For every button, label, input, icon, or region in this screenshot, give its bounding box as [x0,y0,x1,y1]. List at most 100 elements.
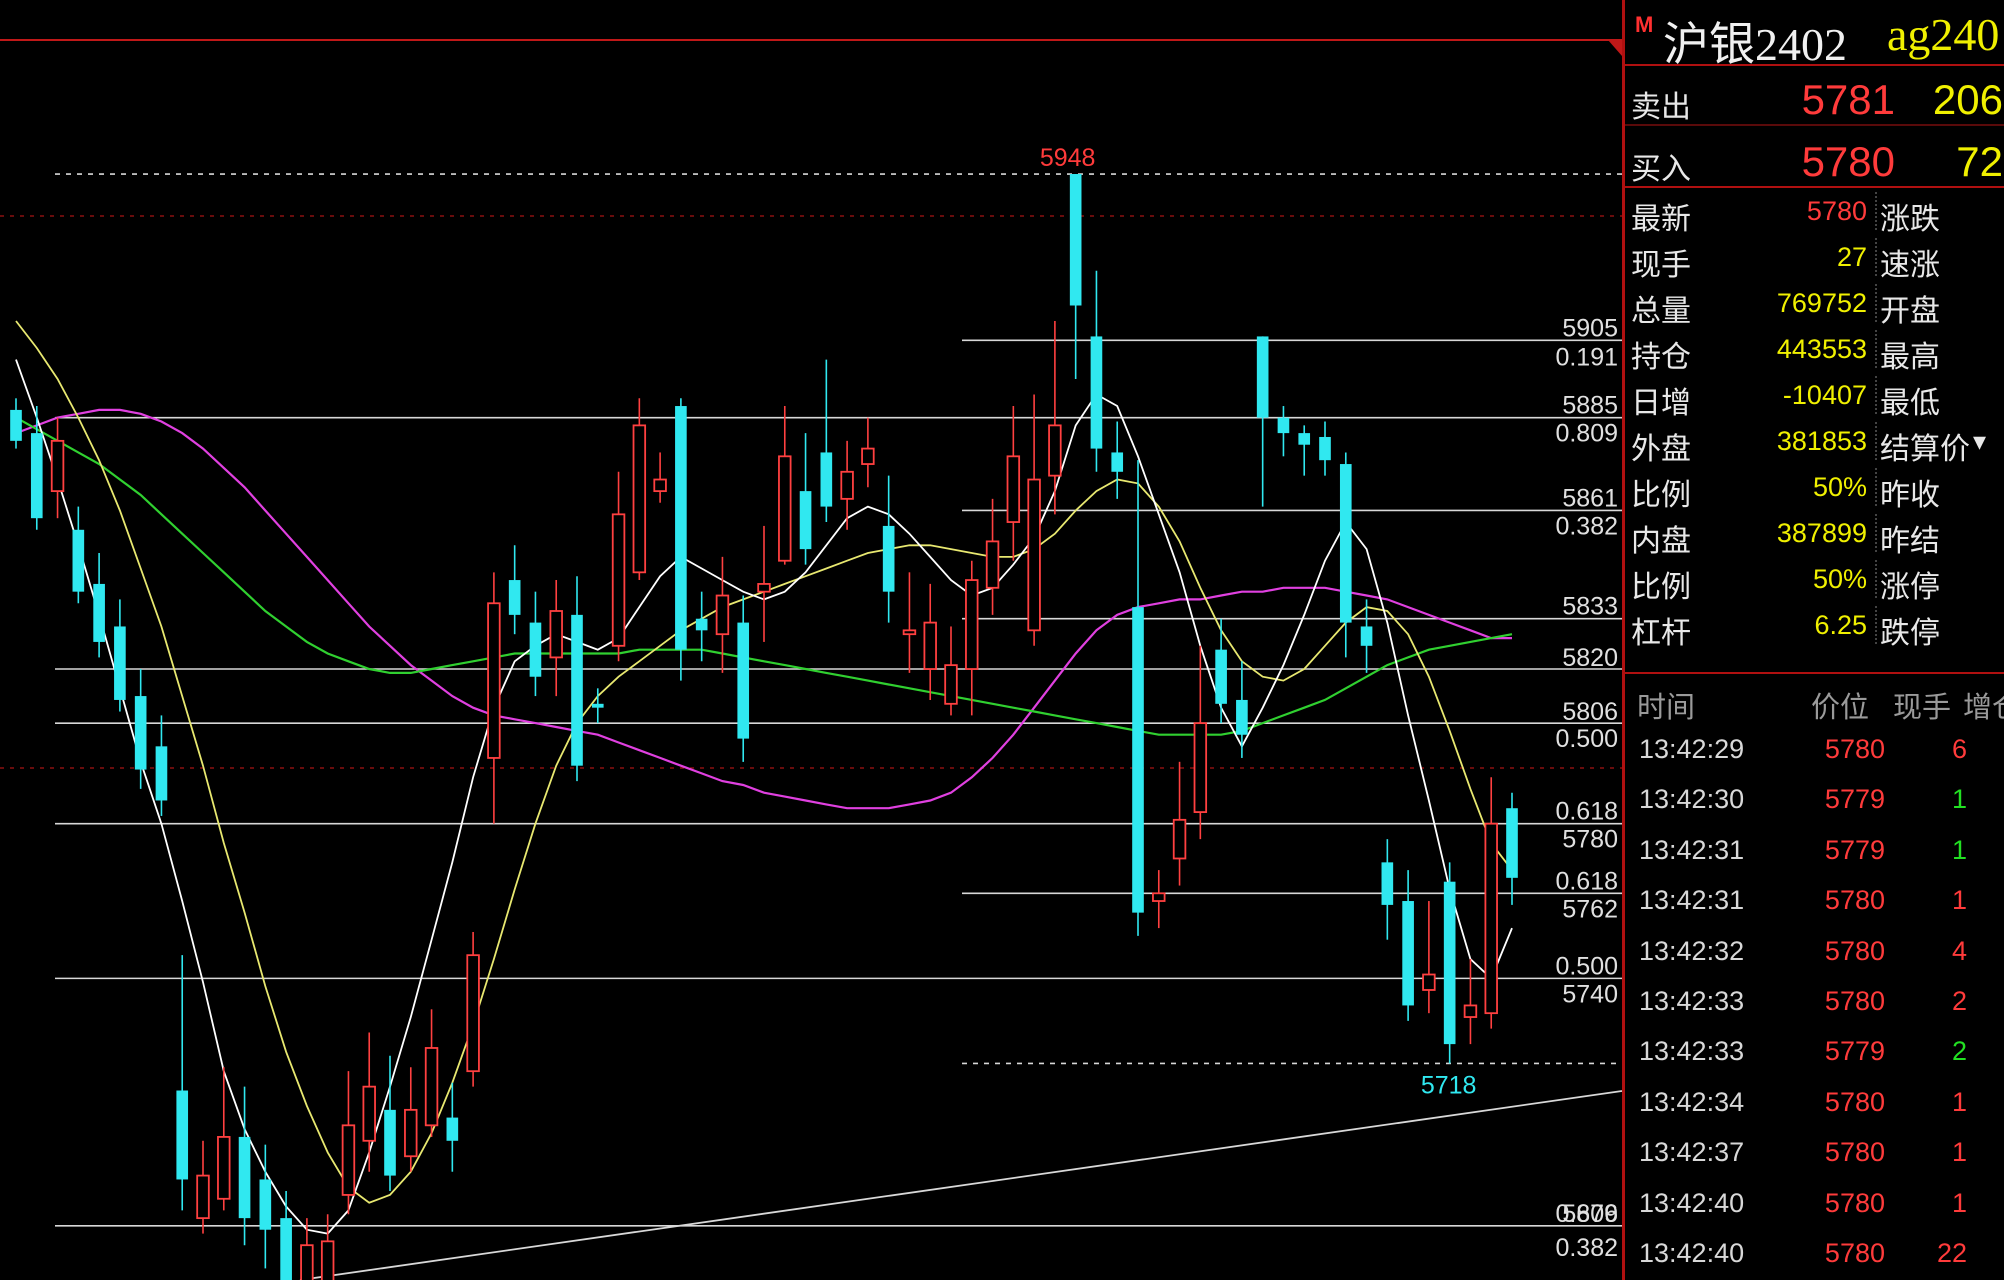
stat-label-right: 结算价 [1880,433,1970,466]
candle-body [1360,626,1373,646]
candle-body [944,664,958,705]
candle-body [737,622,750,739]
tick-time: 13:42:31 [1639,885,1745,916]
candle-body [280,1218,292,1280]
candle-body [320,1240,335,1280]
candle-body [155,746,168,801]
candle-body [217,1136,231,1200]
fib-ratio-label: 0.382 [1555,512,1618,540]
trend-line [299,1090,1622,1280]
candle-body [757,583,771,593]
stat-label: 最新 [1631,203,1691,236]
candle-body [300,1244,314,1280]
sell-quote-row[interactable]: 卖出 5781 206 [1625,68,2004,128]
buy-label: 买入 [1631,153,1691,186]
candle-body [1484,822,1498,1015]
stat-separator [1875,514,1877,552]
divider [1625,64,2004,66]
tick-volume: 4 [1951,935,1967,966]
stat-label: 比例 [1631,571,1691,604]
candle-body [424,1047,439,1127]
stat-row: 杠杆 6.25 跌停 [1625,602,2004,650]
stat-label: 日增 [1631,387,1691,420]
tick-row[interactable]: 13:42:31 5779 1 [1625,827,2004,877]
tick-price: 5780 [1824,885,1885,916]
tick-row[interactable]: 13:42:37 5780 1 [1625,1129,2004,1179]
fib-price-label: 5780 [1562,826,1618,854]
tick-time: 13:42:37 [1639,1137,1745,1168]
divider [1625,124,2004,126]
tick-price: 5780 [1824,1086,1885,1117]
stat-separator [1875,376,1877,414]
candle-body [549,610,563,659]
tick-row[interactable]: 13:42:31 5780 1 [1625,877,2004,927]
candle-body [10,409,22,441]
fib-price-label: 5885 [1562,392,1618,420]
chevron-down-icon[interactable]: ▾ [1973,426,1986,457]
candle-body [632,424,647,574]
candle-body [341,1124,356,1196]
candle-body [1463,1004,1478,1018]
candle-body [695,618,708,631]
fib-ratio-label: 0.191 [1555,343,1618,371]
tick-row[interactable]: 13:42:40 5780 22 [1625,1230,2004,1280]
col-time: 时间 [1637,692,1696,724]
tick-row[interactable]: 13:42:33 5780 2 [1625,978,2004,1028]
divider [1625,672,2004,674]
candle-body [93,583,105,642]
fib-ratio-label: 0.809 [1555,420,1618,448]
tick-time: 13:42:29 [1639,734,1745,764]
candle-body [923,621,937,670]
stat-value: 381853 [1776,426,1867,456]
fib-ratio-label: 0.500 [1555,725,1618,753]
candle-body [30,433,43,519]
fib-ratio-label: 0.618 [1555,867,1618,895]
stat-value: 387899 [1776,518,1867,548]
buy-quote-row[interactable]: 买入 5780 72 [1625,130,2004,190]
stat-label-right: 跌停 [1880,617,1940,650]
stat-row: 内盘 387899 昨结 [1625,510,2004,558]
contract-header[interactable]: M 沪银2402 ag240 [1625,0,2004,70]
stat-value: 769752 [1776,288,1867,318]
tick-row[interactable]: 13:42:30 5779 1 [1625,776,2004,826]
fib-price-label: 5806 [1562,698,1618,726]
candle-body [571,614,583,766]
tick-row[interactable]: 13:42:32 5780 4 [1625,928,2004,978]
stat-label-right: 涨跌 [1880,203,1940,236]
tick-volume: 1 [1951,834,1967,865]
candlestick-chart[interactable]: 5905 0.191 5885 0.809 5861 0.382 5833 5820 0.500… [0,0,1622,1280]
candle-body [1090,336,1103,449]
candle-body [259,1179,272,1230]
tick-volume: 1 [1951,784,1967,815]
tick-price: 5780 [1824,1137,1885,1168]
candle-body [134,696,147,770]
candle-body [965,579,979,670]
stat-separator [1875,606,1877,644]
tick-time: 13:42:31 [1639,834,1745,865]
ma-line-yellow [15,320,1513,1204]
candle-body [529,622,542,677]
candle-body [861,447,875,465]
fib-ratio-label: 0.618 [1555,798,1618,826]
stat-label-right: 昨收 [1880,479,1940,512]
tick-row[interactable]: 13:42:29 5780 6 [1625,726,2004,776]
fib-price-label: 5740 [1562,980,1618,1008]
tick-price: 5779 [1824,1036,1885,1067]
candle-body [487,602,501,759]
tick-row[interactable]: 13:42:33 5779 2 [1625,1028,2004,1078]
tick-row[interactable]: 13:42:34 5780 1 [1625,1079,2004,1129]
chart-canvas[interactable]: 59050.19158850.80958610.382583358200.500… [0,0,1622,1280]
stat-label-right: 速涨 [1880,249,1940,282]
stat-label-right: 最高 [1880,341,1940,374]
candle-body [1339,464,1352,623]
stat-label-right: 涨停 [1880,571,1940,604]
tick-time: 13:42:32 [1639,935,1745,966]
tick-price: 5780 [1824,734,1885,764]
stat-row: 外盘 381853 结算价 ▾ [1625,418,2004,466]
tick-row[interactable]: 13:42:40 5780 1 [1625,1180,2004,1230]
stat-separator [1875,422,1877,460]
col-change: 增仓 [1963,692,2004,724]
tick-time: 13:42:33 [1639,1036,1745,1067]
tick-volume: 1 [1951,1086,1967,1117]
tick-volume: 1 [1951,1137,1967,1168]
